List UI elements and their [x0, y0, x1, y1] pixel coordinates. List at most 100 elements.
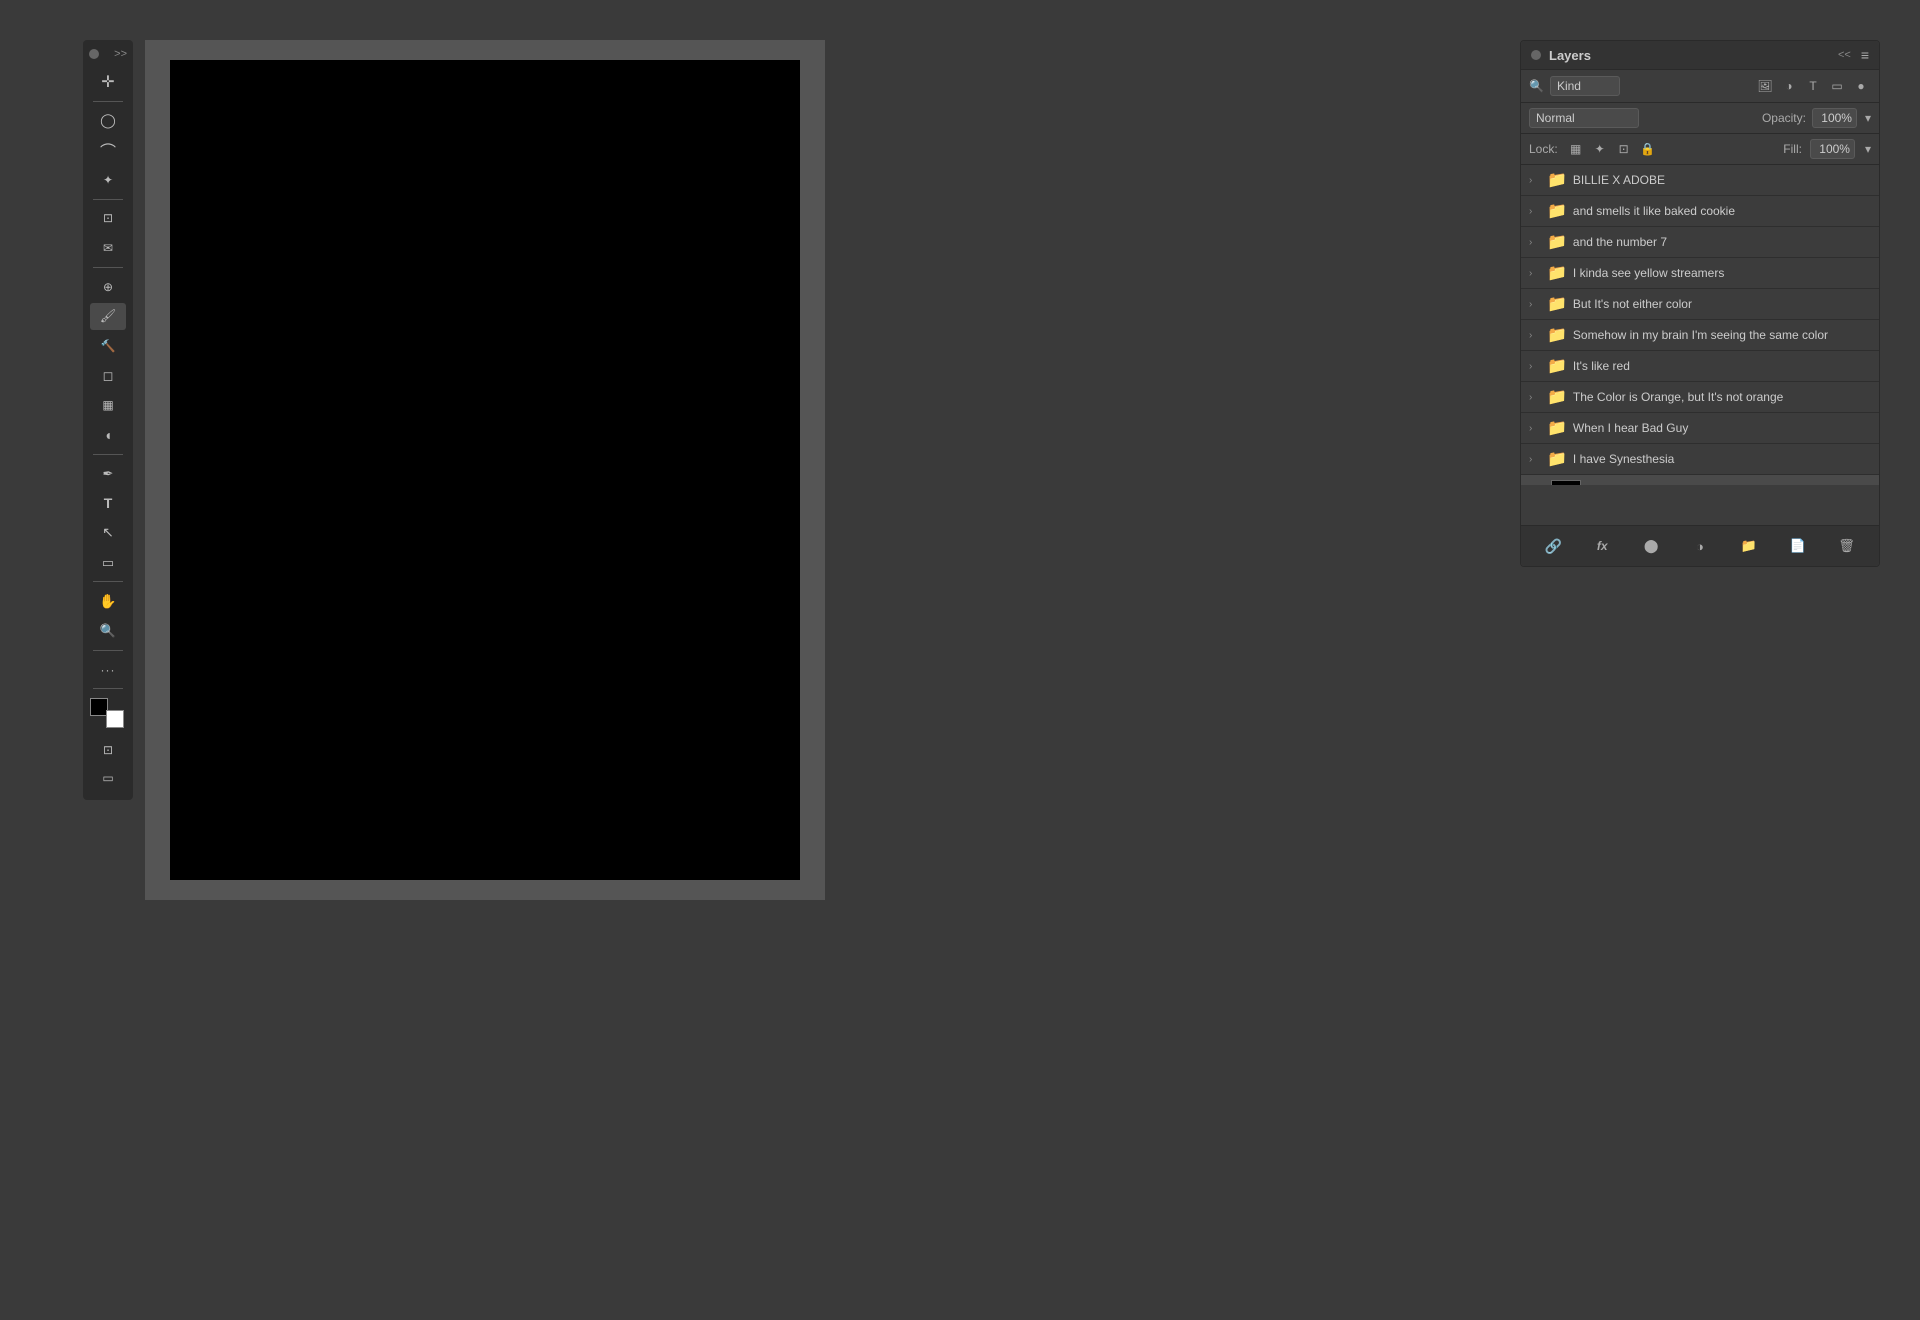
layer-chevron: › [1529, 361, 1541, 372]
layer-name: BILLIE X ADOBE [1573, 173, 1871, 187]
toolbar-expand-icon[interactable]: >> [114, 48, 127, 60]
clone-stamp-tool[interactable]: 🔨 [90, 332, 126, 360]
folder-icon: 📁 [1547, 449, 1567, 469]
layer-item-orange[interactable]: › 📁 The Color is Orange, but It's not or… [1521, 382, 1879, 413]
fill-arrow[interactable]: ▾ [1865, 142, 1871, 156]
dodge-tool[interactable]: ◖ [90, 421, 126, 449]
path-selection-tool[interactable]: ↖ [90, 519, 126, 547]
link-layers-button[interactable]: 🔗 [1541, 534, 1565, 558]
kind-row: 🔍 Kind 🖼 ◑ T ▭ ● [1521, 70, 1879, 103]
blend-mode-row: Normal Opacity: 100% ▾ [1521, 103, 1879, 134]
folder-icon: 📁 [1547, 418, 1567, 438]
add-mask-button[interactable]: ⬤ [1639, 534, 1663, 558]
layer-name: I kinda see yellow streamers [1573, 266, 1871, 280]
layer-chevron: › [1529, 175, 1541, 186]
new-layer-button[interactable]: 📄 [1786, 534, 1810, 558]
background-color[interactable] [106, 710, 124, 728]
type-filter-icon[interactable]: T [1803, 76, 1823, 96]
eyedropper-tool[interactable]: ✉ [90, 234, 126, 262]
zoom-tool[interactable]: 🔍 [90, 617, 126, 645]
magic-wand-tool[interactable]: ✦ [90, 166, 126, 194]
color-swatches [90, 698, 126, 728]
layer-name: Somehow in my brain I'm seeing the same … [1573, 328, 1871, 342]
layer-chevron: › [1529, 392, 1541, 403]
gradient-tool[interactable]: ▦ [90, 392, 126, 420]
lock-pixels-icon[interactable]: ▦ [1566, 139, 1586, 159]
shape-filter-icon[interactable]: ▭ [1827, 76, 1847, 96]
change-screen-mode[interactable]: ▭ [90, 764, 126, 792]
healing-brush-tool[interactable]: ⊕ [90, 273, 126, 301]
layer-name: and the number 7 [1573, 235, 1871, 249]
move-tool[interactable]: ✛ [90, 68, 126, 96]
layer-item-background[interactable]: 👁 Background [1521, 475, 1879, 485]
opacity-arrow[interactable]: ▾ [1865, 111, 1871, 125]
layer-item-smells[interactable]: › 📁 and smells it like baked cookie [1521, 196, 1879, 227]
search-icon: 🔍 [1529, 79, 1544, 93]
layer-item-synesthesia[interactable]: › 📁 I have Synesthesia [1521, 444, 1879, 475]
layer-item-billie[interactable]: › 📁 BILLIE X ADOBE [1521, 165, 1879, 196]
layer-name: It's like red [1573, 359, 1871, 373]
layer-item-bad-guy[interactable]: › 📁 When I hear Bad Guy [1521, 413, 1879, 444]
layer-name: The Color is Orange, but It's not orange [1573, 390, 1871, 404]
hand-tool[interactable]: ✋ [90, 587, 126, 615]
fill-label: Fill: [1783, 142, 1802, 156]
blend-mode-select[interactable]: Normal [1529, 108, 1639, 128]
layer-chevron: › [1529, 299, 1541, 310]
layers-panel: Layers << ≡ 🔍 Kind 🖼 ◑ T ▭ ● Normal Opac… [1520, 40, 1880, 567]
toolbar-close-button[interactable] [89, 49, 99, 59]
adjustment-filter-icon[interactable]: ◑ [1779, 76, 1799, 96]
pen-tool[interactable]: ✒ [90, 460, 126, 488]
folder-icon: 📁 [1547, 294, 1567, 314]
brush-tool[interactable]: 🖌 [90, 303, 126, 331]
delete-layer-button[interactable]: 🗑 [1834, 534, 1858, 558]
folder-icon: 📁 [1547, 170, 1567, 190]
lock-position-icon[interactable]: ✦ [1590, 139, 1610, 159]
lock-artboard-icon[interactable]: ⊡ [1614, 139, 1634, 159]
smart-filter-icon[interactable]: ● [1851, 76, 1871, 96]
canvas-area [145, 40, 825, 900]
pixel-filter-icon[interactable]: 🖼 [1755, 76, 1775, 96]
screen-mode-button[interactable]: ⊡ [90, 736, 126, 764]
canvas[interactable] [170, 60, 800, 880]
folder-icon: 📁 [1547, 201, 1567, 221]
type-tool[interactable]: T [90, 489, 126, 517]
panel-close-button[interactable] [1531, 50, 1541, 60]
folder-icon: 📁 [1547, 356, 1567, 376]
layer-chevron: › [1529, 237, 1541, 248]
lasso-tool[interactable]: ⌒ [90, 136, 126, 164]
layer-name: But It's not either color [1573, 297, 1871, 311]
lock-label: Lock: [1529, 142, 1558, 156]
folder-icon: 📁 [1547, 325, 1567, 345]
layer-item-either[interactable]: › 📁 But It's not either color [1521, 289, 1879, 320]
layer-chevron: › [1529, 268, 1541, 279]
folder-icon: 📁 [1547, 263, 1567, 283]
rectangle-tool[interactable]: ▭ [90, 549, 126, 577]
opacity-label: Opacity: [1762, 111, 1806, 125]
panel-bottom-toolbar: 🔗 fx ⬤ ◑ 📁 📄 🗑 [1521, 525, 1879, 566]
layer-thumbnail [1551, 480, 1581, 485]
layer-item-number[interactable]: › 📁 and the number 7 [1521, 227, 1879, 258]
layer-name: and smells it like baked cookie [1573, 204, 1871, 218]
folder-icon: 📁 [1547, 387, 1567, 407]
fx-button[interactable]: fx [1590, 534, 1614, 558]
panel-spacer [1521, 485, 1879, 525]
layer-item-red[interactable]: › 📁 It's like red [1521, 351, 1879, 382]
folder-icon: 📁 [1547, 232, 1567, 252]
layer-item-same-color[interactable]: › 📁 Somehow in my brain I'm seeing the s… [1521, 320, 1879, 351]
opacity-value[interactable]: 100% [1812, 108, 1857, 128]
panel-header: Layers << ≡ [1521, 41, 1879, 70]
toolbar: >> ✛ ◯ ⌒ ✦ ⊡ ✉ ⊕ 🖌 🔨 ◻ ▦ ◖ ✒ T ↖ ▭ ✋ 🔍 ·… [83, 40, 133, 800]
panel-menu-icon[interactable]: ≡ [1861, 47, 1869, 63]
lock-all-icon[interactable]: 🔒 [1638, 139, 1658, 159]
elliptical-marquee-tool[interactable]: ◯ [90, 107, 126, 135]
new-group-button[interactable]: 📁 [1737, 534, 1761, 558]
kind-select[interactable]: Kind [1550, 76, 1620, 96]
new-fill-adjustment-button[interactable]: ◑ [1688, 534, 1712, 558]
fill-value[interactable]: 100% [1810, 139, 1855, 159]
layer-list: › 📁 BILLIE X ADOBE › 📁 and smells it lik… [1521, 165, 1879, 485]
eraser-tool[interactable]: ◻ [90, 362, 126, 390]
crop-tool[interactable]: ⊡ [90, 205, 126, 233]
panel-expand-icon[interactable]: << [1838, 49, 1851, 61]
layer-item-yellow[interactable]: › 📁 I kinda see yellow streamers [1521, 258, 1879, 289]
more-tools-button[interactable]: ··· [90, 656, 126, 684]
